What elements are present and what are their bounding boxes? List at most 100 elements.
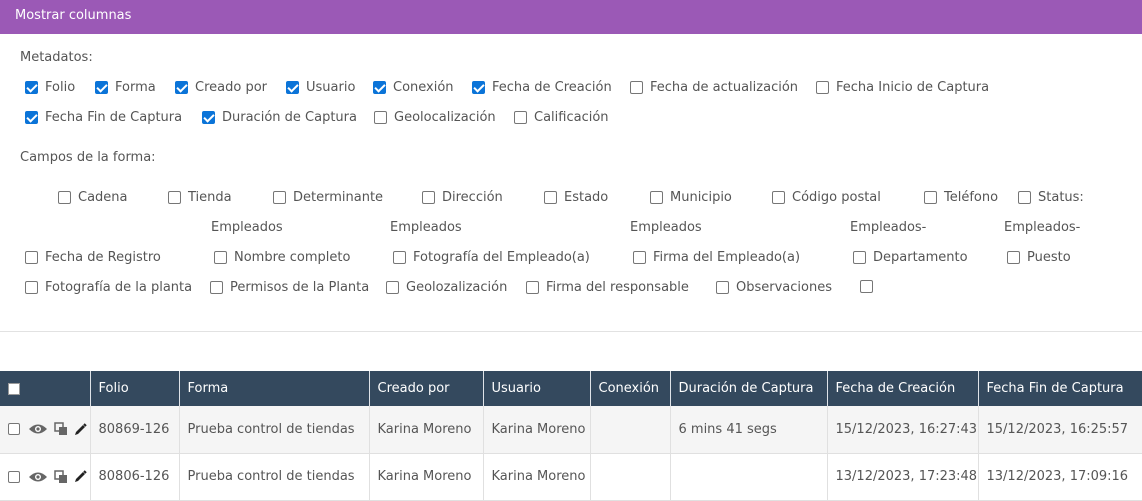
checkbox[interactable] [374, 111, 387, 124]
col-toggle-calificacion[interactable]: Calificación [514, 110, 609, 125]
wrapped-label: Empleados [390, 220, 462, 235]
checkbox[interactable] [58, 191, 71, 204]
copy-icon[interactable] [54, 422, 68, 436]
checkbox[interactable] [214, 251, 227, 264]
eye-icon[interactable] [28, 422, 48, 436]
checkbox[interactable] [853, 251, 866, 264]
field-toggle-puesto[interactable]: Puesto [1007, 250, 1071, 265]
cell-fecha-creacion: 13/12/2023, 17:23:48 [827, 453, 979, 501]
col-toggle-fecha-actualizacion[interactable]: Fecha de actualización [630, 80, 798, 95]
table-row[interactable]: 80806-126 Prueba control de tiendas Kari… [0, 453, 1142, 501]
field-toggle-estado[interactable]: Estado [544, 190, 608, 205]
checkbox[interactable] [650, 191, 663, 204]
row-checkbox[interactable] [8, 423, 20, 436]
checkbox[interactable] [1018, 191, 1031, 204]
field-toggle-tienda[interactable]: Tienda [168, 190, 232, 205]
cell-usuario: Karina Moreno [483, 406, 591, 454]
campos-label: Campos de la forma: [20, 150, 156, 165]
field-toggle-geolozalizacion[interactable]: Geolozalización [386, 280, 507, 295]
checkbox[interactable] [422, 191, 435, 204]
checkbox[interactable] [168, 191, 181, 204]
cell-folio: 80869-126 [90, 406, 180, 454]
checkbox[interactable] [286, 81, 299, 94]
col-toggle-conexion[interactable]: Conexión [373, 80, 454, 95]
pencil-icon[interactable] [74, 423, 88, 436]
col-toggle-forma[interactable]: Forma [95, 80, 156, 95]
cell-conexion [590, 406, 671, 454]
header-folio[interactable]: Folio [90, 371, 180, 406]
field-toggle-departamento[interactable]: Departamento [853, 250, 968, 265]
checkbox[interactable] [544, 191, 557, 204]
checkbox[interactable] [924, 191, 937, 204]
checkbox[interactable] [202, 111, 215, 124]
checkbox[interactable] [526, 281, 539, 294]
checkbox[interactable] [210, 281, 223, 294]
checkbox[interactable] [1007, 251, 1020, 264]
checkbox[interactable] [472, 81, 485, 94]
header-fecha-fin[interactable]: Fecha Fin de Captura [978, 371, 1142, 406]
checkbox[interactable] [386, 281, 399, 294]
pencil-icon[interactable] [74, 470, 88, 483]
field-toggle-unnamed[interactable] [860, 280, 880, 293]
checkbox[interactable] [630, 81, 643, 94]
col-toggle-fecha-inicio[interactable]: Fecha Inicio de Captura [816, 80, 989, 95]
checkbox[interactable] [393, 251, 406, 264]
metadatos-label: Metadatos: [20, 50, 93, 65]
checkbox[interactable] [772, 191, 785, 204]
checkbox[interactable] [25, 251, 38, 264]
copy-icon[interactable] [54, 469, 68, 484]
field-toggle-permisos-planta[interactable]: Permisos de la Planta [210, 280, 369, 295]
field-toggle-determinante[interactable]: Determinante [273, 190, 383, 205]
header-forma[interactable]: Forma [179, 371, 370, 406]
table-row[interactable]: 80869-126 Prueba control de tiendas Kari… [0, 406, 1142, 454]
checkbox[interactable] [175, 81, 188, 94]
checkbox[interactable] [25, 281, 38, 294]
field-toggle-municipio[interactable]: Municipio [650, 190, 732, 205]
col-toggle-creado-por[interactable]: Creado por [175, 80, 267, 95]
field-toggle-nombre-completo[interactable]: Nombre completo [214, 250, 350, 265]
row-actions [0, 453, 91, 501]
wrapped-label: Empleados- [1004, 220, 1081, 235]
col-toggle-usuario[interactable]: Usuario [286, 80, 355, 95]
checkbox[interactable] [633, 251, 646, 264]
header-usuario[interactable]: Usuario [483, 371, 591, 406]
col-toggle-folio[interactable]: Folio [25, 80, 75, 95]
col-toggle-fecha-creacion[interactable]: Fecha de Creación [472, 80, 612, 95]
eye-icon[interactable] [28, 470, 48, 484]
checkbox[interactable] [860, 280, 873, 293]
checkbox[interactable] [273, 191, 286, 204]
checkbox[interactable] [95, 81, 108, 94]
field-toggle-telefono[interactable]: Teléfono [924, 190, 998, 205]
checkbox[interactable] [373, 81, 386, 94]
checkbox[interactable] [514, 111, 527, 124]
col-toggle-fecha-fin[interactable]: Fecha Fin de Captura [25, 110, 182, 125]
header-fecha-creacion[interactable]: Fecha de Creación [827, 371, 979, 406]
table-header-row: Folio Forma Creado por Usuario Conexión … [0, 371, 1142, 406]
header-conexion[interactable]: Conexión [590, 371, 671, 406]
cell-duracion: 6 mins 41 segs [670, 406, 828, 454]
checkbox[interactable] [716, 281, 729, 294]
field-toggle-codigo-postal[interactable]: Código postal [772, 190, 881, 205]
field-toggle-fotografia-empleado[interactable]: Fotografía del Empleado(a) [393, 250, 590, 265]
cell-creado-por: Karina Moreno [369, 406, 484, 454]
field-toggle-firma-responsable[interactable]: Firma del responsable [526, 280, 689, 295]
select-all-checkbox[interactable] [8, 382, 20, 395]
col-toggle-geolocalizacion[interactable]: Geolocalización [374, 110, 496, 125]
field-toggle-firma-empleado[interactable]: Firma del Empleado(a) [633, 250, 800, 265]
row-checkbox[interactable] [8, 470, 20, 483]
field-toggle-fotografia-planta[interactable]: Fotografía de la planta [25, 280, 192, 295]
field-toggle-fecha-registro[interactable]: Fecha de Registro [25, 250, 161, 265]
select-all-header[interactable] [0, 371, 91, 406]
header-duracion[interactable]: Duración de Captura [670, 371, 828, 406]
checkbox[interactable] [816, 81, 829, 94]
field-toggle-direccion[interactable]: Dirección [422, 190, 503, 205]
checkbox[interactable] [25, 81, 38, 94]
row-actions [0, 406, 91, 454]
panel-header[interactable]: Mostrar columnas [0, 0, 1142, 34]
field-toggle-cadena[interactable]: Cadena [58, 190, 128, 205]
field-toggle-observaciones[interactable]: Observaciones [716, 280, 832, 295]
checkbox[interactable] [25, 111, 38, 124]
header-creado-por[interactable]: Creado por [369, 371, 484, 406]
field-toggle-status[interactable]: Status: [1018, 190, 1084, 205]
col-toggle-duracion[interactable]: Duración de Captura [202, 110, 357, 125]
